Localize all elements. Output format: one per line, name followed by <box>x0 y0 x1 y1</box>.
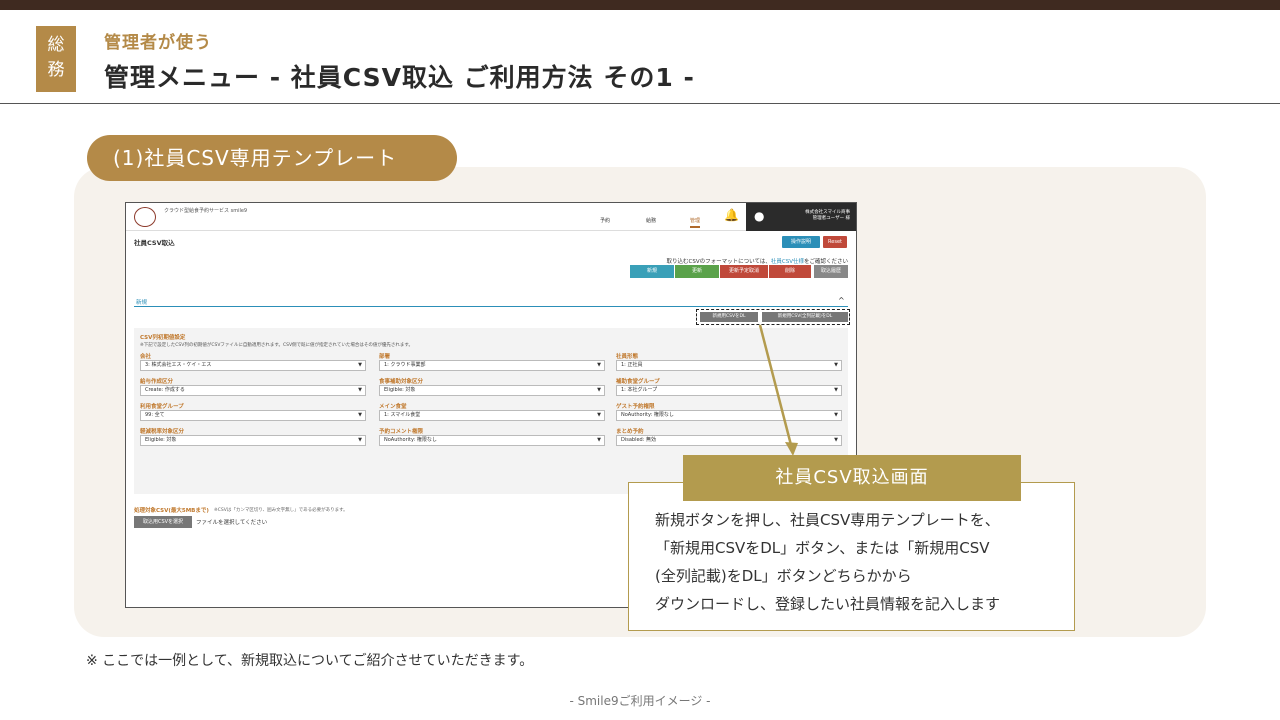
chevron-down-icon: ▼ <box>597 437 601 443</box>
callout-line: 「新規用CSVをDL」ボタン、または「新規用CSV <box>655 539 990 557</box>
field-label: 予約コメント権限 <box>379 429 424 435</box>
reset-button[interactable]: Reset <box>823 236 847 248</box>
field-label: メイン食堂 <box>379 404 407 410</box>
field-value: 1: 本社グループ <box>621 387 658 393</box>
target-csv-note: ※CSVは「カンマ区切り、囲み文字無し」である必要があります。 <box>214 508 348 513</box>
field-select[interactable]: 1: スマイル食堂 ▼ <box>379 410 605 421</box>
field-value: 1: 正社員 <box>621 362 643 368</box>
slide-subtitle: 管理者が使う <box>104 33 212 53</box>
chevron-down-icon: ▼ <box>358 412 362 418</box>
callout-line: 新規ボタンを押し、社員CSV専用テンプレートを、 <box>655 511 1000 529</box>
user-icon: ● <box>754 209 765 223</box>
field-select[interactable]: NoAuthority: 権限なし ▼ <box>616 410 842 421</box>
logo-icon <box>134 207 156 227</box>
field-select[interactable]: NoAuthority: 権限なし ▼ <box>379 435 605 446</box>
app-name: クラウド型給食予約サービス smile9 <box>164 208 248 214</box>
field-label: まとめ予約 <box>616 429 644 435</box>
chevron-down-icon: ▼ <box>358 437 362 443</box>
download-new-csv-button[interactable]: 新規用CSVをDL <box>700 312 758 322</box>
field-label: 補助食堂グループ <box>616 379 660 385</box>
callout-title: 社員CSV取込画面 <box>683 455 1021 501</box>
chevron-down-icon: ▼ <box>834 437 838 443</box>
callout-body: 新規ボタンを押し、社員CSV専用テンプレートを、 「新規用CSVをDL」ボタン、… <box>655 506 1065 618</box>
field-select[interactable]: Disabled: 無効 ▼ <box>616 435 842 446</box>
field-value: 99: 全て <box>145 412 165 418</box>
field-value: 1: クラウド事業部 <box>384 362 426 368</box>
form-title: CSV列初期値設定 <box>140 335 186 341</box>
chevron-down-icon: ▼ <box>834 412 838 418</box>
badge-char-2: 務 <box>47 60 65 80</box>
badge-char-1: 総 <box>47 35 65 55</box>
header-divider <box>0 103 1280 104</box>
nav-kyumu[interactable]: 給務 <box>646 217 656 224</box>
field-value: NoAuthority: 権限なし <box>621 412 674 418</box>
chevron-down-icon: ▼ <box>834 362 838 368</box>
download-button-group: 新規用CSVをDL 新規用CSV(全列記載)をDL <box>696 309 850 325</box>
category-badge: 総 務 <box>36 26 76 92</box>
field-select[interactable]: Create: 作成する ▼ <box>140 385 366 396</box>
chevron-down-icon: ▼ <box>834 387 838 393</box>
page-title: 社員CSV取込 <box>134 239 175 247</box>
field-select[interactable]: Eligible: 対象 ▼ <box>140 435 366 446</box>
field-label: 部署 <box>379 354 391 360</box>
field-value: 3: 株式会社エス・ケイ・エス <box>145 362 212 368</box>
callout-line: (全列記載)をDL」ボタンどちらかから <box>655 567 912 585</box>
field-value: Disabled: 無効 <box>621 437 656 443</box>
update-cancel-format-button[interactable]: 更新予定取消 <box>720 265 768 278</box>
field-value: Eligible: 対象 <box>145 437 177 443</box>
target-csv-label: 処理対象CSV(最大5MBまで) <box>134 508 209 514</box>
field-label: 給与作成区分 <box>140 379 174 385</box>
field-value: Eligible: 対象 <box>384 387 416 393</box>
chevron-down-icon: ▼ <box>597 412 601 418</box>
section-label: (1)社員CSV専用テンプレート <box>87 135 457 181</box>
file-status: ファイルを選択してください <box>196 520 268 526</box>
new-format-button[interactable]: 新規 <box>630 265 674 278</box>
footnote: ※ ここでは一例として、新規取込についてご紹介させていただきます。 <box>86 653 534 669</box>
user-box[interactable]: ● 株式会社スマイル商事 管理者ユーザー 様 <box>746 203 856 231</box>
collapse-icon[interactable]: ^ <box>838 296 845 305</box>
chevron-down-icon: ▼ <box>597 362 601 368</box>
field-label: 社員形態 <box>616 354 639 360</box>
delete-format-button[interactable]: 削除 <box>769 265 811 278</box>
field-select[interactable]: 1: クラウド事業部 ▼ <box>379 360 605 371</box>
company-info: 株式会社スマイル商事 管理者ユーザー 様 <box>805 210 850 222</box>
footer: - Smile9ご利用イメージ - <box>569 694 711 708</box>
field-label: 食事補助対象区分 <box>379 379 424 385</box>
field-label: 利用食堂グループ <box>140 404 184 410</box>
download-new-csv-all-button[interactable]: 新規用CSV(全列記載)をDL <box>762 312 848 322</box>
field-select[interactable]: Eligible: 対象 ▼ <box>379 385 605 396</box>
field-label: ゲスト予約権限 <box>616 404 655 410</box>
chevron-down-icon: ▼ <box>597 387 601 393</box>
chevron-down-icon: ▼ <box>358 362 362 368</box>
tab-new[interactable]: 新規 <box>136 298 147 306</box>
help-button[interactable]: 操作説明 <box>782 236 820 248</box>
field-value: Create: 作成する <box>145 387 185 393</box>
slide-title: 管理メニュー - 社員CSV取込 ご利用方法 その1 - <box>104 63 695 92</box>
field-value: 1: スマイル食堂 <box>384 412 421 418</box>
field-select[interactable]: 3: 株式会社エス・ケイ・エス ▼ <box>140 360 366 371</box>
field-select[interactable]: 1: 本社グループ ▼ <box>616 385 842 396</box>
field-label: 軽減税率対象区分 <box>140 429 185 435</box>
bell-icon[interactable]: 🔔 <box>724 208 739 222</box>
callout-line: ダウンロードし、登録したい社員情報を記入します <box>655 595 1001 613</box>
nav-admin[interactable]: 管理 <box>690 217 701 228</box>
nav-reserve[interactable]: 予約 <box>600 217 610 224</box>
chevron-down-icon: ▼ <box>358 387 362 393</box>
field-label: 会社 <box>140 354 152 360</box>
history-button[interactable]: 取込履歴 <box>814 265 848 278</box>
top-bar <box>0 0 1280 10</box>
field-select[interactable]: 1: 正社員 ▼ <box>616 360 842 371</box>
format-note: 取り込むCSVのフォーマットについては、社員CSV仕様をご確認ください <box>667 257 848 265</box>
field-value: NoAuthority: 権限なし <box>384 437 437 443</box>
update-format-button[interactable]: 更新 <box>675 265 719 278</box>
form-note: ※下記で設定したCSV列の初期値がCSVファイルに自動適用されます。CSV側で既… <box>140 343 413 348</box>
field-select[interactable]: 99: 全て ▼ <box>140 410 366 421</box>
app-header: クラウド型給食予約サービス smile9 予約 給務 管理 🔔 ● 株式会社スマ… <box>126 203 856 231</box>
user-name: 管理者ユーザー 様 <box>812 216 850 221</box>
tab-divider <box>134 306 848 307</box>
choose-csv-button[interactable]: 取込用CSVを選択 <box>134 516 192 528</box>
